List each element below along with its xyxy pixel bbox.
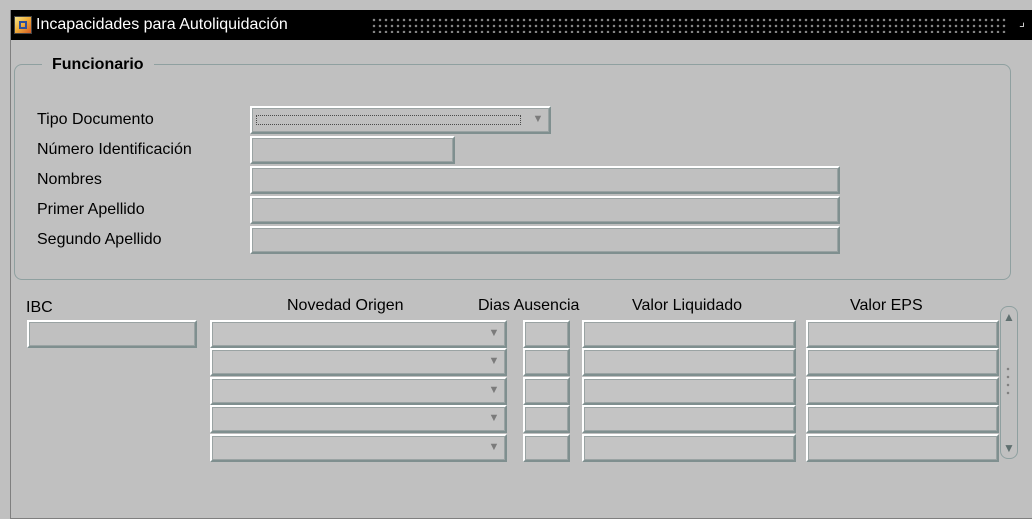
numero-identificacion-field[interactable] xyxy=(250,136,455,164)
column-header-dias-ausencia: Dias Ausencia xyxy=(478,297,580,314)
form-window-icon xyxy=(14,16,32,34)
titlebar-drag-pattern xyxy=(371,17,1006,33)
valor-liquidado-field[interactable] xyxy=(582,405,796,433)
chevron-down-icon[interactable]: ▼ xyxy=(485,381,503,399)
valor-liquidado-field[interactable] xyxy=(582,377,796,405)
table-scrollbar[interactable]: ▲ ▼ xyxy=(1000,306,1018,459)
dias-ausencia-field[interactable] xyxy=(523,434,570,462)
novedad-origen-select[interactable]: ▼ xyxy=(210,348,507,376)
chevron-down-icon[interactable]: ▼ xyxy=(485,352,503,370)
nombres-field[interactable] xyxy=(250,166,840,194)
chevron-down-icon[interactable]: ▼ xyxy=(485,409,503,427)
nombres-label: Nombres xyxy=(37,171,102,188)
dias-ausencia-field[interactable] xyxy=(523,320,570,348)
numero-identificacion-label: Número Identificación xyxy=(37,141,192,158)
valor-eps-field[interactable] xyxy=(806,348,999,376)
primer-apellido-field[interactable] xyxy=(250,196,840,224)
valor-eps-field[interactable] xyxy=(806,434,999,462)
arrow-down-icon[interactable]: ▼ xyxy=(1002,439,1016,457)
novedad-origen-select[interactable]: ▼ xyxy=(210,377,507,405)
novedad-origen-select[interactable]: ▼ xyxy=(210,405,507,433)
valor-liquidado-field[interactable] xyxy=(582,434,796,462)
valor-eps-field[interactable] xyxy=(806,320,999,348)
column-header-valor-eps: Valor EPS xyxy=(850,297,923,314)
primer-apellido-label: Primer Apellido xyxy=(37,201,145,218)
segundo-apellido-label: Segundo Apellido xyxy=(37,231,162,248)
valor-eps-field[interactable] xyxy=(806,405,999,433)
valor-eps-field[interactable] xyxy=(806,377,999,405)
dias-ausencia-field[interactable] xyxy=(523,348,570,376)
funcionario-title: Funcionario xyxy=(42,55,154,75)
window-title: Incapacidades para Autoliquidación xyxy=(36,16,288,33)
chevron-down-icon[interactable]: ▼ xyxy=(529,110,547,128)
column-header-valor-liquidado: Valor Liquidado xyxy=(632,297,743,314)
scroll-thumb[interactable] xyxy=(1006,365,1010,397)
column-header-novedad-origen: Novedad Origen xyxy=(287,297,404,314)
chevron-down-icon[interactable]: ▼ xyxy=(485,438,503,456)
resize-window-icon[interactable]: ⌟ xyxy=(1019,15,1031,28)
tipo-documento-select[interactable]: ▼ xyxy=(250,106,551,134)
tipo-documento-label: Tipo Documento xyxy=(37,111,154,128)
dias-ausencia-field[interactable] xyxy=(523,405,570,433)
valor-liquidado-field[interactable] xyxy=(582,348,796,376)
novedad-origen-select[interactable]: ▼ xyxy=(210,434,507,462)
arrow-up-icon[interactable]: ▲ xyxy=(1002,308,1016,326)
dias-ausencia-field[interactable] xyxy=(523,377,570,405)
novedad-origen-select[interactable]: ▼ xyxy=(210,320,507,348)
valor-liquidado-field[interactable] xyxy=(582,320,796,348)
chevron-down-icon[interactable]: ▼ xyxy=(485,324,503,342)
ibc-field[interactable] xyxy=(27,320,197,348)
segundo-apellido-field[interactable] xyxy=(250,226,840,254)
window-titlebar[interactable]: Incapacidades para Autoliquidación ⌟ xyxy=(11,10,1032,40)
ibc-label: IBC xyxy=(26,299,53,316)
